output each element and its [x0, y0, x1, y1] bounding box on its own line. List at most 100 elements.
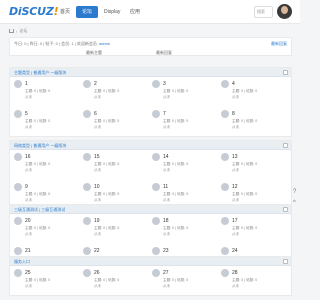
collapse-icon[interactable] [283, 70, 288, 75]
forum-icon[interactable] [221, 269, 229, 277]
forum-name[interactable]: 14 [163, 154, 169, 160]
forum-item[interactable]: 28 主题: 0 | 帖数: 0 从未 [217, 268, 281, 298]
forum-icon[interactable] [83, 80, 91, 88]
forum-name[interactable]: 15 [94, 154, 100, 160]
forum-icon[interactable] [152, 80, 160, 88]
section-title[interactable]: 服务入口 [14, 259, 30, 265]
forum-name[interactable]: 7 [163, 111, 166, 117]
forum-name[interactable]: 6 [94, 111, 97, 117]
forum-name[interactable]: 23 [163, 248, 169, 254]
forum-name[interactable]: 5 [25, 111, 28, 117]
site-logo[interactable]: DiSCUZ! [9, 5, 59, 18]
forum-icon[interactable] [152, 110, 160, 118]
forum-name[interactable]: 8 [232, 111, 235, 117]
forum-icon[interactable] [14, 247, 22, 255]
forum-name[interactable]: 20 [25, 218, 31, 224]
forum-name[interactable]: 26 [94, 270, 100, 276]
forum-item[interactable]: 18 主题: 0 | 帖数: 0 从未 [148, 216, 212, 246]
forum-stats: 主题: 0 | 帖数: 0 [232, 162, 258, 166]
forum-icon[interactable] [221, 110, 229, 118]
forum-item[interactable]: 2 主题: 0 | 帖数: 0 从未 [79, 79, 143, 109]
forum-icon[interactable] [83, 153, 91, 161]
forum-icon[interactable] [83, 269, 91, 277]
forum-item[interactable]: 19 主题: 0 | 帖数: 0 从未 [79, 216, 143, 246]
forum-name[interactable]: 19 [94, 218, 100, 224]
breadcrumb-current[interactable]: 论坛 [19, 28, 27, 34]
forum-name[interactable]: 17 [232, 218, 238, 224]
forum-name[interactable]: 24 [232, 248, 238, 254]
forum-item[interactable]: 25 主题: 0 | 帖数: 0 从未 [10, 268, 74, 298]
forum-icon[interactable] [83, 247, 91, 255]
forum-item[interactable]: 7 主题: 0 | 帖数: 0 从未 [148, 109, 212, 139]
forum-icon[interactable] [152, 153, 160, 161]
forum-name[interactable]: 4 [232, 81, 235, 87]
forum-item[interactable]: 20 主题: 0 | 帖数: 0 从未 [10, 216, 74, 246]
collapse-icon[interactable] [283, 143, 288, 148]
forum-icon[interactable] [152, 217, 160, 225]
search-input[interactable]: 搜索 [254, 6, 273, 18]
forum-icon[interactable] [221, 247, 229, 255]
forum-item[interactable]: 15 主题: 0 | 帖数: 0 从未 [79, 152, 143, 182]
forum-item[interactable]: 13 主题: 0 | 帖数: 0 从未 [217, 152, 281, 182]
forum-icon[interactable] [221, 217, 229, 225]
nav-apps[interactable]: 应用 [124, 6, 146, 18]
user-avatar[interactable] [277, 4, 292, 19]
forum-item[interactable]: 17 主题: 0 | 帖数: 0 从未 [217, 216, 281, 246]
forum-item[interactable]: 4 主题: 0 | 帖数: 0 从未 [217, 79, 281, 109]
back-to-top-icon[interactable]: ^ [293, 199, 300, 207]
forum-name[interactable]: 22 [94, 248, 100, 254]
forum-item[interactable]: 3 主题: 0 | 帖数: 0 从未 [148, 79, 212, 109]
forum-icon[interactable] [14, 217, 22, 225]
forum-item[interactable]: 1 主题: 0 | 帖数: 0 从未 [10, 79, 74, 109]
forum-item[interactable]: 5 主题: 0 | 帖数: 0 从未 [10, 109, 74, 139]
home-icon[interactable] [9, 29, 14, 33]
forum-name[interactable]: 1 [25, 81, 28, 87]
forum-item[interactable]: 8 主题: 0 | 帖数: 0 从未 [217, 109, 281, 139]
forum-name[interactable]: 21 [25, 248, 31, 254]
forum-icon[interactable] [14, 269, 22, 277]
forum-icon[interactable] [83, 110, 91, 118]
latest-reply-link[interactable]: 最新回复 [271, 41, 287, 47]
nav-display[interactable]: Display [98, 6, 126, 18]
forum-name[interactable]: 28 [232, 270, 238, 276]
collapse-icon[interactable] [283, 207, 288, 212]
forum-item[interactable]: 26 主题: 0 | 帖数: 0 从未 [79, 268, 143, 298]
forum-icon[interactable] [14, 110, 22, 118]
forum-item[interactable]: 27 主题: 0 | 帖数: 0 从未 [148, 268, 212, 298]
forum-icon[interactable] [83, 183, 91, 191]
forum-icon[interactable] [14, 183, 22, 191]
new-member-link[interactable]: admin [99, 41, 110, 46]
forum-name[interactable]: 11 [163, 184, 168, 190]
section-title[interactable]: 三级互通测试 | 三级互通测试 [14, 207, 65, 213]
section-title[interactable]: 主题类型 | 普通用户 一级版块 [14, 70, 66, 76]
forum-name[interactable]: 13 [232, 154, 238, 160]
section-title[interactable]: 网络类型 | 普通用户 一级版块 [14, 143, 66, 149]
forum-icon[interactable] [221, 80, 229, 88]
forum-name[interactable]: 3 [163, 81, 166, 87]
forum-stats: 主题: 0 | 帖数: 0 [94, 89, 120, 93]
forum-name[interactable]: 16 [25, 154, 31, 160]
forum-name[interactable]: 9 [25, 184, 28, 190]
forum-name[interactable]: 2 [94, 81, 97, 87]
forum-item[interactable]: 16 主题: 0 | 帖数: 0 从未 [10, 152, 74, 182]
forum-item[interactable]: 14 主题: 0 | 帖数: 0 从未 [148, 152, 212, 182]
feedback-icon[interactable]: ? [293, 188, 300, 196]
forum-icon[interactable] [152, 269, 160, 277]
forum-name[interactable]: 12 [232, 184, 238, 190]
forum-last-post: 从未 [232, 95, 240, 99]
forum-icon[interactable] [152, 183, 160, 191]
nav-home[interactable]: 首页 [54, 6, 76, 18]
forum-icon[interactable] [221, 153, 229, 161]
collapse-icon[interactable] [283, 259, 288, 264]
forum-icon[interactable] [14, 153, 22, 161]
forum-name[interactable]: 10 [94, 184, 100, 190]
nav-forum[interactable]: 论坛 [76, 6, 99, 18]
forum-name[interactable]: 18 [163, 218, 169, 224]
forum-icon[interactable] [221, 183, 229, 191]
forum-item[interactable]: 6 主题: 0 | 帖数: 0 从未 [79, 109, 143, 139]
forum-icon[interactable] [83, 217, 91, 225]
forum-name[interactable]: 25 [25, 270, 31, 276]
forum-name[interactable]: 27 [163, 270, 169, 276]
forum-icon[interactable] [152, 247, 160, 255]
forum-icon[interactable] [14, 80, 22, 88]
